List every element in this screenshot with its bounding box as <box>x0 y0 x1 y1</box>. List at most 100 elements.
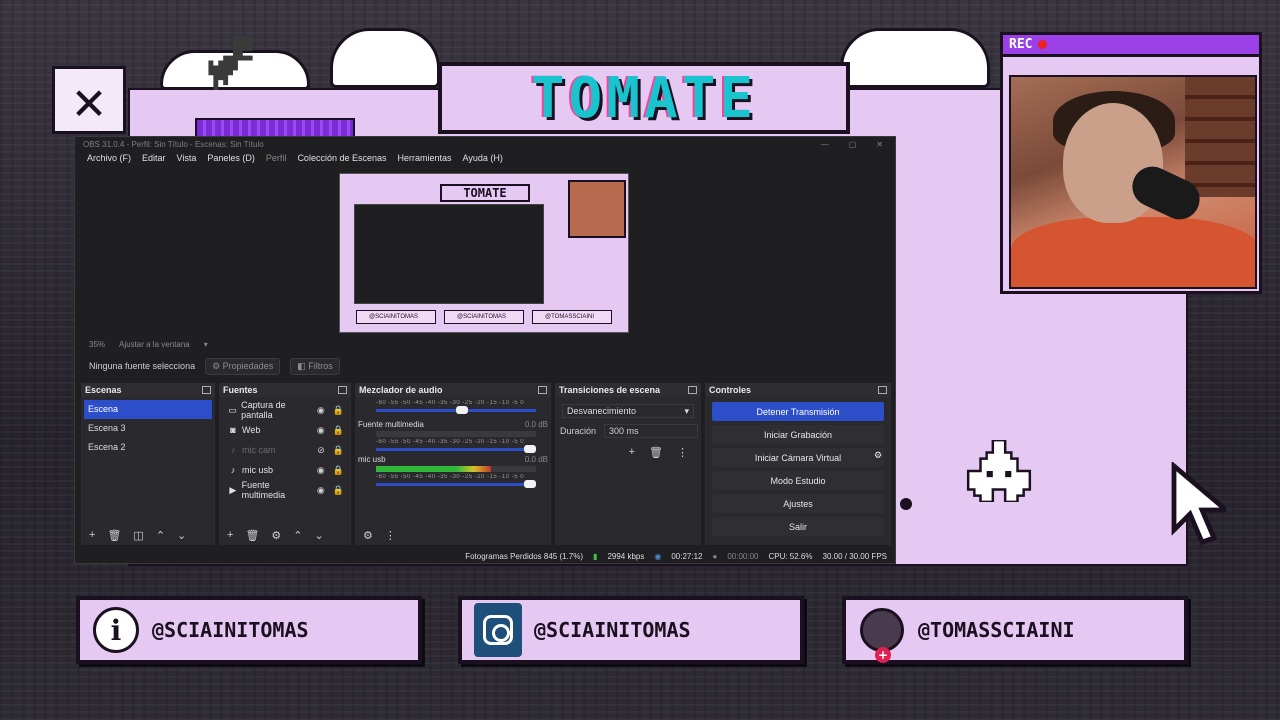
info-icon: i <box>93 607 139 653</box>
more-vertical-icon[interactable]: ⋮ <box>677 446 688 459</box>
stream-time: 00:27:12 <box>671 551 703 561</box>
exit-button[interactable]: Salir <box>712 517 884 536</box>
mixer-scale: -60 -55 -50 -45 -40 -35 -30 -25 -20 -15 … <box>376 439 525 445</box>
trash-icon[interactable]: 🗑 <box>107 529 121 542</box>
source-item[interactable]: ◙ Web ◉ 🔒 <box>222 420 348 440</box>
menu-paneles[interactable]: Paneles (D) <box>207 153 255 163</box>
social-card-instagram[interactable]: @SCIAINITOMAS <box>458 596 804 664</box>
gear-icon[interactable]: ⚙ <box>363 529 373 542</box>
eye-icon[interactable]: ◉ <box>317 405 325 416</box>
volume-slider[interactable] <box>376 406 536 414</box>
trash-icon[interactable]: 🗑 <box>245 529 259 542</box>
controls-dock-header: Controles <box>705 383 891 397</box>
source-item[interactable]: ▶ Fuente multimedia ◉ 🔒 <box>222 480 348 500</box>
close-icon: ✕ <box>52 66 126 134</box>
eye-icon[interactable]: ◉ <box>317 425 325 436</box>
add-icon[interactable]: + <box>89 529 95 541</box>
lock-icon[interactable]: 🔒 <box>333 405 344 416</box>
audio-meter <box>376 466 536 472</box>
menu-archivo[interactable]: Archivo (F) <box>87 153 131 163</box>
menu-herramientas[interactable]: Herramientas <box>398 153 452 163</box>
gear-icon[interactable]: ⚙ <box>870 450 886 461</box>
stop-streaming-button[interactable]: Detener Transmisión <box>712 402 884 421</box>
bitrate: 2994 kbps <box>607 551 645 561</box>
properties-button[interactable]: ⚙ Propiedades <box>205 357 281 375</box>
camera-icon: ◙ <box>230 425 236 435</box>
menu-perfil[interactable]: Perfil <box>266 153 287 163</box>
undock-icon[interactable] <box>338 386 347 394</box>
scene-item[interactable]: Escena <box>84 400 212 419</box>
preview-mini-social: @SCIAINITOMAS <box>444 310 524 324</box>
filter-icon[interactable]: ◫ <box>133 529 143 542</box>
volume-slider[interactable] <box>376 480 536 488</box>
preview-fit[interactable]: Ajustar a la ventana <box>119 340 190 349</box>
preview-zoom[interactable]: 35% <box>89 340 105 349</box>
mixer-dock-header: Mezclador de audio <box>355 383 551 397</box>
lock-icon[interactable]: 🔒 <box>333 445 344 456</box>
undock-icon[interactable] <box>688 386 697 394</box>
user-avatar-icon: + <box>860 608 904 663</box>
dot-decoration <box>900 498 912 510</box>
record-icon: ● <box>712 551 718 561</box>
no-source-label: Ninguna fuente selecciona <box>89 361 196 371</box>
undock-icon[interactable] <box>202 386 211 394</box>
gear-icon[interactable]: ⚙ <box>271 529 281 542</box>
menu-editar[interactable]: Editar <box>142 153 166 163</box>
studio-mode-button[interactable]: Modo Estudio <box>712 471 884 490</box>
preview-mini-obs <box>354 204 544 304</box>
move-down-icon[interactable]: ⌄ <box>177 529 186 542</box>
move-down-icon[interactable]: ⌄ <box>315 529 324 542</box>
sources-dock: Fuentes ▭ Captura de pantalla ◉ 🔒 ◙ Web ◉… <box>219 383 351 545</box>
window-close-icon[interactable]: ✕ <box>876 140 883 149</box>
social-card-user[interactable]: + @TOMASSCIAINI <box>842 596 1188 664</box>
stream-title-banner: TOMATE <box>438 62 850 134</box>
lock-icon[interactable]: 🔒 <box>333 425 344 436</box>
eye-hidden-icon[interactable]: ⊘ <box>317 445 325 456</box>
preview-mini-title: TOMATE <box>440 184 530 202</box>
duration-input[interactable]: 300 ms <box>604 424 698 438</box>
eye-icon[interactable]: ◉ <box>317 485 325 496</box>
lock-icon[interactable]: 🔒 <box>333 465 344 476</box>
maximize-icon[interactable]: ▢ <box>849 140 857 149</box>
trash-icon[interactable]: 🗑 <box>649 446 663 459</box>
stream-icon: ◉ <box>654 551 662 561</box>
cloud-decoration <box>330 28 440 88</box>
social-handle: @SCIAINITOMAS <box>152 618 309 642</box>
obs-titlebar[interactable]: OBS 31.0.4 - Perfil: Sin Título - Escena… <box>75 137 895 151</box>
preview-canvas[interactable]: TOMATE @SCIAINITOMAS @SCIAINITOMAS @TOMA… <box>339 173 629 333</box>
transition-duration: Duración 300 ms <box>558 424 698 438</box>
source-item[interactable]: ▭ Captura de pantalla ◉ 🔒 <box>222 400 348 420</box>
source-item[interactable]: ♪ mic usb ◉ 🔒 <box>222 460 348 480</box>
scene-item[interactable]: Escena 3 <box>84 419 212 438</box>
social-handle: @SCIAINITOMAS <box>534 618 691 642</box>
menu-coleccion-escenas[interactable]: Colección de Escenas <box>297 153 386 163</box>
obs-window[interactable]: OBS 31.0.4 - Perfil: Sin Título - Escena… <box>74 136 896 564</box>
rec-dot-icon <box>1038 40 1048 49</box>
start-virtual-camera-button[interactable]: Iniciar Cámara Virtual ⚙ <box>712 448 884 467</box>
source-item[interactable]: ♪ mic cam ⊘ 🔒 <box>222 440 348 460</box>
settings-button[interactable]: Ajustes <box>712 494 884 513</box>
move-up-icon[interactable]: ⌃ <box>156 529 165 542</box>
add-icon[interactable]: + <box>629 446 635 459</box>
volume-slider[interactable] <box>376 445 536 453</box>
scene-item[interactable]: Escena 2 <box>84 438 212 457</box>
obs-window-title: OBS 31.0.4 - Perfil: Sin Título - Escena… <box>83 139 264 149</box>
filters-button[interactable]: ◧ Filtros <box>290 357 340 375</box>
menu-vista[interactable]: Vista <box>177 153 197 163</box>
more-vertical-icon[interactable]: ⋮ <box>385 529 396 542</box>
move-up-icon[interactable]: ⌃ <box>293 529 302 542</box>
minimize-icon[interactable]: — <box>821 140 829 149</box>
add-icon[interactable]: + <box>227 529 233 541</box>
mic-icon: ♪ <box>230 445 236 455</box>
undock-icon[interactable] <box>538 386 547 394</box>
menu-ayuda[interactable]: Ayuda (H) <box>463 153 503 163</box>
undock-icon[interactable] <box>878 386 887 394</box>
transition-select[interactable]: Desvanecimiento ▾ <box>562 404 694 418</box>
audio-meter <box>376 431 536 437</box>
start-recording-button[interactable]: Iniciar Grabación <box>712 425 884 444</box>
eye-icon[interactable]: ◉ <box>317 465 325 476</box>
chevron-down-icon[interactable]: ▾ <box>204 340 208 349</box>
social-card-info[interactable]: i @SCIAINITOMAS <box>76 596 422 664</box>
signal-icon: ▮ <box>593 551 598 561</box>
lock-icon[interactable]: 🔒 <box>333 485 344 496</box>
